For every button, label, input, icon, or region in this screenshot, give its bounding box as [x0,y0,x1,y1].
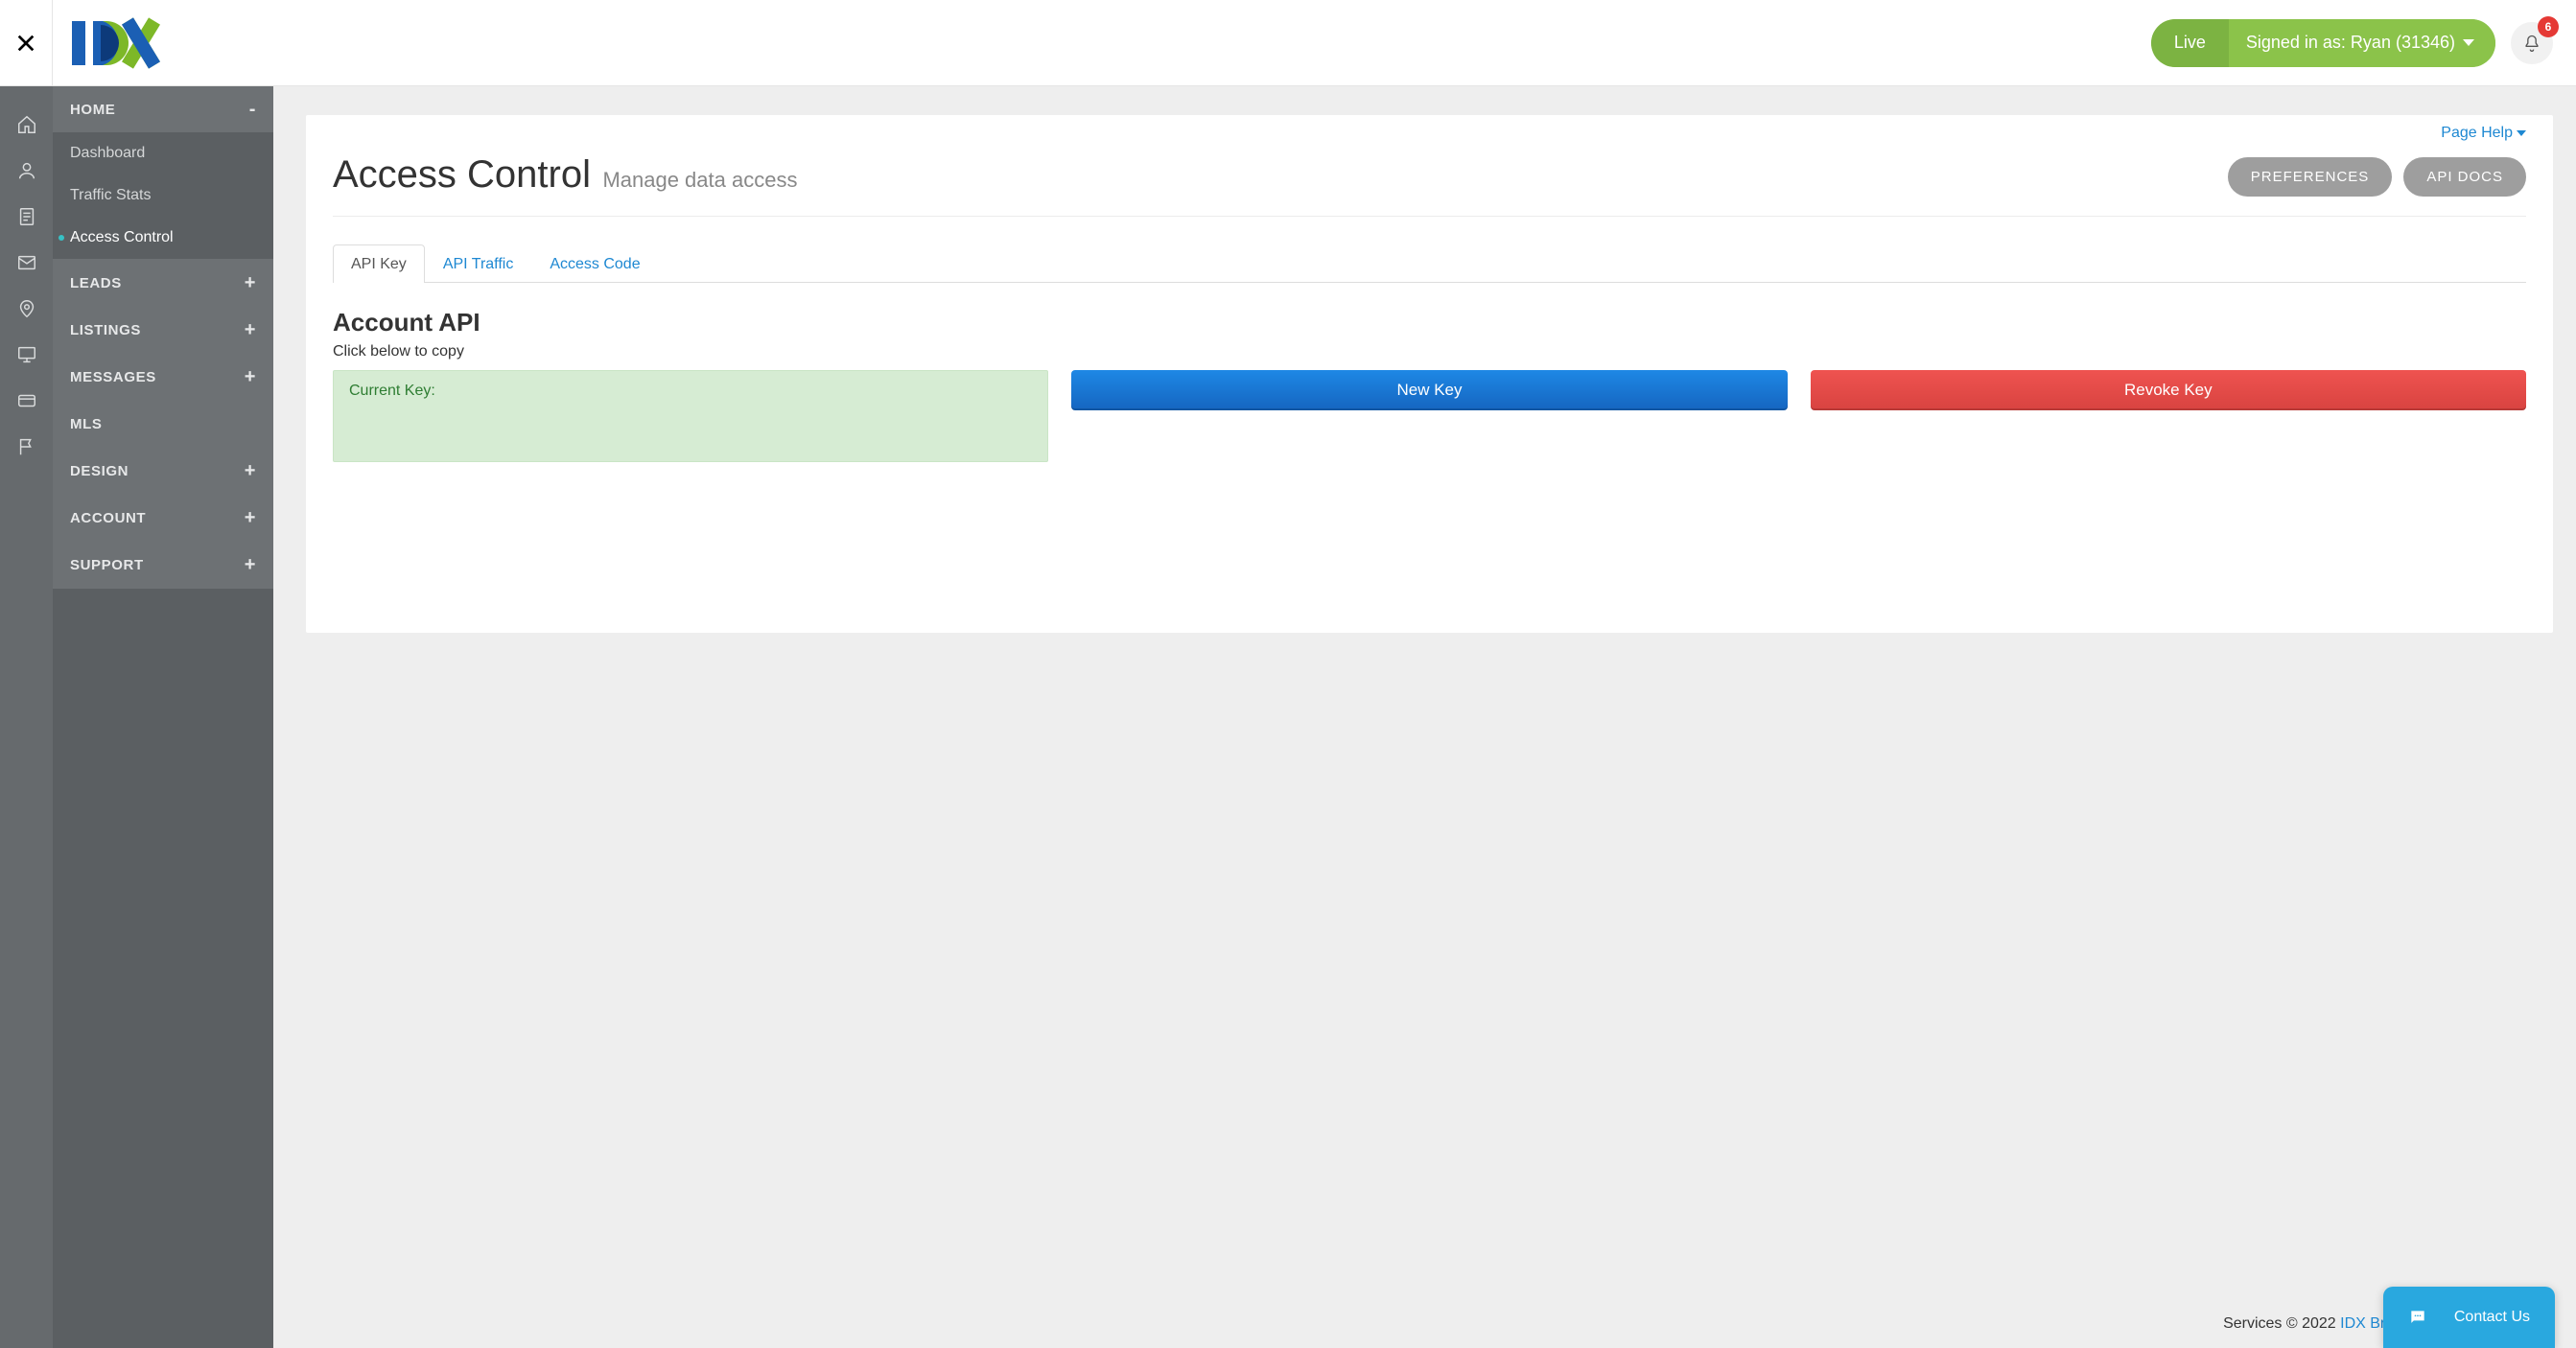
mail-icon [16,252,37,273]
nav-toggle: + [245,555,256,574]
tab-bar: API Key API Traffic Access Code [333,244,2526,283]
close-icon [15,33,36,54]
contact-label: Contact Us [2454,1309,2530,1326]
rail-account[interactable] [0,378,53,424]
nav-header-label: SUPPORT [70,557,144,573]
home-icon [16,114,37,135]
notification-badge: 6 [2538,16,2559,37]
current-key-label: Current Key: [349,383,435,399]
contact-us-widget[interactable]: Live chat: Contact Us [2383,1287,2555,1348]
page-help-dropdown[interactable]: Page Help [2441,125,2526,142]
nav-item-dashboard[interactable]: Dashboard [53,132,273,174]
nav-header-listings[interactable]: LISTINGS + [53,307,273,353]
caret-down-icon [2517,130,2526,136]
tab-access-code[interactable]: Access Code [531,244,658,283]
tab-api-traffic[interactable]: API Traffic [425,244,532,283]
chat-icon [2408,1308,2427,1327]
rail-leads[interactable] [0,148,53,194]
nav-header-messages[interactable]: MESSAGES + [53,354,273,400]
nav-toggle: - [249,100,256,119]
rail-design[interactable] [0,332,53,378]
main-content: Page Help Access Control Manage data acc… [273,86,2576,1348]
rail-support[interactable] [0,424,53,470]
icon-rail [0,86,53,1348]
notifications-button[interactable]: 6 [2511,22,2553,64]
flag-icon [16,436,37,457]
footer-prefix: Services © 2022 [2223,1315,2340,1332]
nav-toggle: + [245,320,256,339]
current-key-box[interactable]: Current Key: [333,370,1048,462]
nav-header-label: DESIGN [70,463,129,479]
signed-in-dropdown[interactable]: Signed in as: Ryan (31346) [2229,19,2495,67]
tab-api-key[interactable]: API Key [333,244,425,283]
page-subtitle: Manage data access [602,168,797,192]
section-title: Account API [333,308,2526,337]
preferences-button[interactable]: PREFERENCES [2228,157,2393,197]
nav-item-access-control[interactable]: Access Control [53,217,273,259]
bell-icon [2522,33,2541,54]
idx-logo-icon [72,17,197,69]
section-hint: Click below to copy [333,343,2526,360]
rail-messages[interactable] [0,240,53,286]
nav-header-home[interactable]: HOME - [53,86,273,132]
nav-section-home: HOME - Dashboard Traffic Stats Access Co… [53,86,273,260]
signed-in-label: Signed in as: Ryan (31346) [2246,33,2455,53]
nav-toggle: + [245,508,256,527]
monitor-icon [16,344,37,365]
nav-header-account[interactable]: ACCOUNT + [53,495,273,541]
sidebar-nav: HOME - Dashboard Traffic Stats Access Co… [53,86,273,1348]
nav-header-label: LISTINGS [70,322,141,338]
account-status-pill: Live Signed in as: Ryan (31346) [2151,19,2495,67]
nav-header-mls[interactable]: MLS [53,401,273,447]
close-button[interactable] [0,0,53,86]
rail-mls[interactable] [0,286,53,332]
rail-listings[interactable] [0,194,53,240]
rail-home[interactable] [0,102,53,148]
nav-header-label: ACCOUNT [70,510,146,526]
new-key-button[interactable]: New Key [1071,370,1787,410]
map-pin-icon [16,298,37,319]
api-docs-button[interactable]: API DOCS [2403,157,2526,197]
page-title: Access Control [333,153,591,196]
chevron-down-icon [2463,39,2474,46]
nav-toggle: + [245,367,256,386]
status-live-button[interactable]: Live [2151,19,2229,67]
document-icon [16,206,37,227]
nav-toggle: + [245,273,256,292]
page-help-label: Page Help [2441,125,2513,142]
nav-header-support[interactable]: SUPPORT + [53,542,273,588]
footer: Services © 2022 IDX Broker. All rights r… [273,1300,2576,1348]
revoke-key-button[interactable]: Revoke Key [1811,370,2526,410]
nav-header-label: HOME [70,102,115,118]
nav-header-leads[interactable]: LEADS + [53,260,273,306]
nav-header-design[interactable]: DESIGN + [53,448,273,494]
user-icon [16,160,37,181]
nav-toggle: + [245,461,256,480]
nav-item-traffic-stats[interactable]: Traffic Stats [53,174,273,217]
status-live-label: Live [2174,33,2206,53]
brand-logo[interactable] [53,17,197,69]
app-header: Live Signed in as: Ryan (31346) 6 [0,0,2576,86]
nav-header-label: LEADS [70,275,122,291]
nav-header-label: MESSAGES [70,369,156,385]
content-card: Page Help Access Control Manage data acc… [306,115,2553,633]
card-icon [16,390,37,411]
nav-header-label: MLS [70,416,102,432]
